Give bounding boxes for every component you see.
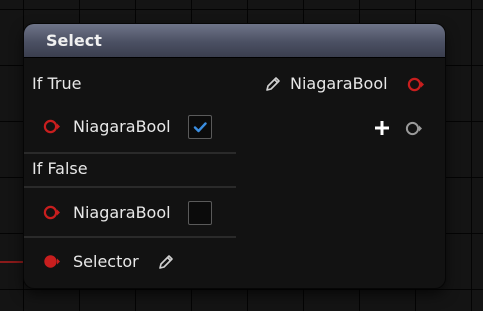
node-title: Select: [46, 31, 102, 50]
if-false-input-label: NiagaraBool: [73, 203, 171, 222]
if-true-input-pin[interactable]: [43, 118, 60, 135]
plus-icon[interactable]: [374, 120, 390, 136]
output-pencil-icon[interactable]: [264, 75, 282, 93]
section-divider: [24, 152, 236, 154]
output-pin[interactable]: [407, 76, 424, 93]
selector-pencil-icon[interactable]: [157, 253, 175, 271]
selector-label: Selector: [73, 252, 139, 271]
node-header[interactable]: Select: [24, 24, 445, 58]
if-false-checkbox[interactable]: [188, 201, 212, 225]
if-false-input-pin[interactable]: [43, 204, 60, 221]
add-pin-slot[interactable]: [405, 120, 422, 137]
section-divider: [24, 186, 236, 188]
if-true-checkbox[interactable]: [188, 115, 212, 139]
if-true-section-label: If True: [32, 74, 82, 93]
section-divider: [24, 236, 236, 238]
checkmark-icon: [193, 122, 207, 133]
selector-input-pin[interactable]: [43, 253, 60, 270]
select-node[interactable]: Select If True NiagaraBool NiagaraBool I…: [24, 24, 445, 288]
output-pin-label: NiagaraBool: [290, 74, 388, 93]
if-true-input-label: NiagaraBool: [73, 117, 171, 136]
if-false-section-label: If False: [32, 159, 88, 178]
